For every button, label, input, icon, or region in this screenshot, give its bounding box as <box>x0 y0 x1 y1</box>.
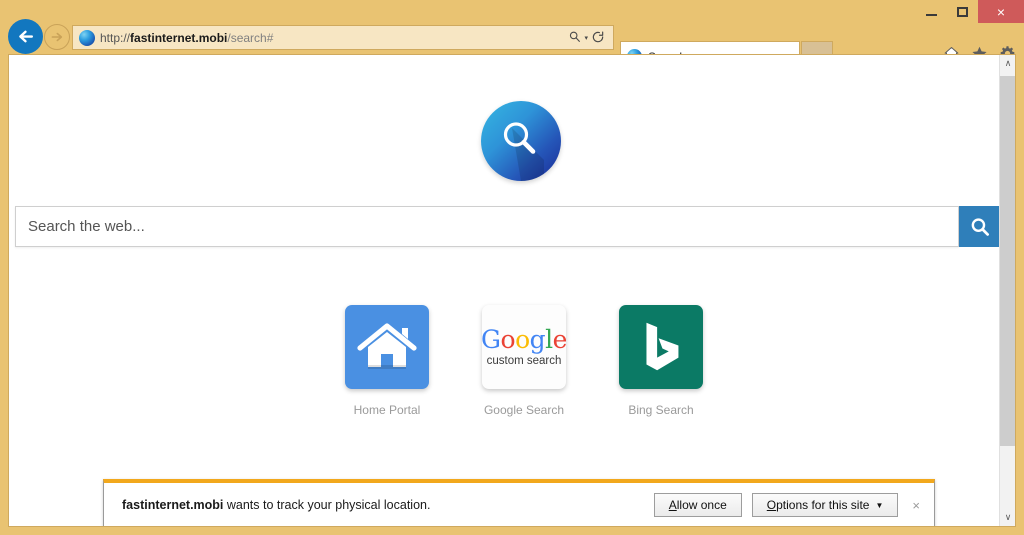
tile-bing-search-image <box>619 305 703 389</box>
address-bar-tools: ▾ <box>568 30 609 46</box>
navigation-bar: http://fastinternet.mobi/search# ▾ <box>0 19 1024 55</box>
tile-bing-search[interactable]: Bing Search <box>613 305 709 417</box>
allow-once-button[interactable]: Allow once <box>654 493 742 517</box>
search-icon <box>969 216 991 238</box>
address-search-icon[interactable] <box>568 30 581 45</box>
search-row <box>15 206 1000 247</box>
options-accel: O <box>767 498 776 512</box>
address-bar[interactable]: http://fastinternet.mobi/search# ▾ <box>72 25 614 50</box>
chevron-down-icon: ▼ <box>875 501 883 510</box>
google-letter-3: g <box>530 325 546 354</box>
browser-window: × http://fastinternet.mobi/search# <box>0 0 1024 535</box>
scroll-up-arrow-icon[interactable]: ∧ <box>1000 55 1016 72</box>
scroll-down-arrow-icon[interactable]: ∨ <box>1000 509 1016 526</box>
tile-bing-search-label: Bing Search <box>628 403 693 417</box>
page-viewport: Home Portal Google custom search Google … <box>8 54 1016 527</box>
allow-once-accel: A <box>669 498 677 512</box>
notification-close-icon[interactable]: × <box>912 498 920 513</box>
notification-message-text: wants to track your physical location. <box>223 498 430 512</box>
tile-home-portal[interactable]: Home Portal <box>339 305 435 417</box>
url-protocol: http:// <box>100 31 130 45</box>
address-bar-url: http://fastinternet.mobi/search# <box>100 31 568 45</box>
google-subtitle: custom search <box>482 356 566 368</box>
house-icon <box>355 315 419 379</box>
google-letter-5: e <box>553 325 566 354</box>
google-letter-4: l <box>545 325 553 354</box>
forward-arrow-icon <box>50 30 64 44</box>
options-rest: ptions for this site <box>776 498 869 512</box>
scrollbar-thumb[interactable] <box>1000 76 1016 446</box>
search-input[interactable] <box>15 206 959 247</box>
back-button[interactable] <box>8 19 43 54</box>
back-arrow-icon <box>16 27 35 46</box>
options-for-this-site-button[interactable]: Options for this site ▼ <box>752 493 899 517</box>
tile-google-search-label: Google Search <box>484 403 564 417</box>
url-path: /search# <box>227 31 273 45</box>
search-submit-button[interactable] <box>959 206 1000 247</box>
tile-google-search-image: Google custom search <box>482 305 566 389</box>
vertical-scrollbar[interactable]: ∧ ∨ <box>999 55 1015 526</box>
site-favicon-icon <box>79 30 95 46</box>
google-wordmark: Google <box>482 327 566 352</box>
address-search-chevron-down-icon[interactable]: ▾ <box>584 34 588 42</box>
notification-message: fastinternet.mobi wants to track your ph… <box>122 498 644 512</box>
google-letter-1: o <box>501 325 516 354</box>
shortcut-tiles: Home Portal Google custom search Google … <box>339 305 709 417</box>
google-custom-search-logo: Google custom search <box>482 327 566 368</box>
location-permission-notification: fastinternet.mobi wants to track your ph… <box>103 479 935 527</box>
bing-b-logo <box>630 316 692 378</box>
url-domain: fastinternet.mobi <box>130 31 227 45</box>
tile-home-portal-image <box>345 305 429 389</box>
forward-button[interactable] <box>44 24 70 50</box>
scrollbar-track[interactable] <box>1000 72 1016 509</box>
allow-once-rest: llow once <box>677 498 727 512</box>
magnifying-glass-logo <box>481 101 561 181</box>
google-letter-0: G <box>482 325 501 354</box>
notification-domain: fastinternet.mobi <box>122 498 223 512</box>
page-content: Home Portal Google custom search Google … <box>9 55 1000 526</box>
tile-home-portal-label: Home Portal <box>354 403 421 417</box>
refresh-icon[interactable] <box>591 30 605 46</box>
tile-google-search[interactable]: Google custom search Google Search <box>476 305 572 417</box>
google-letter-2: o <box>515 325 530 354</box>
